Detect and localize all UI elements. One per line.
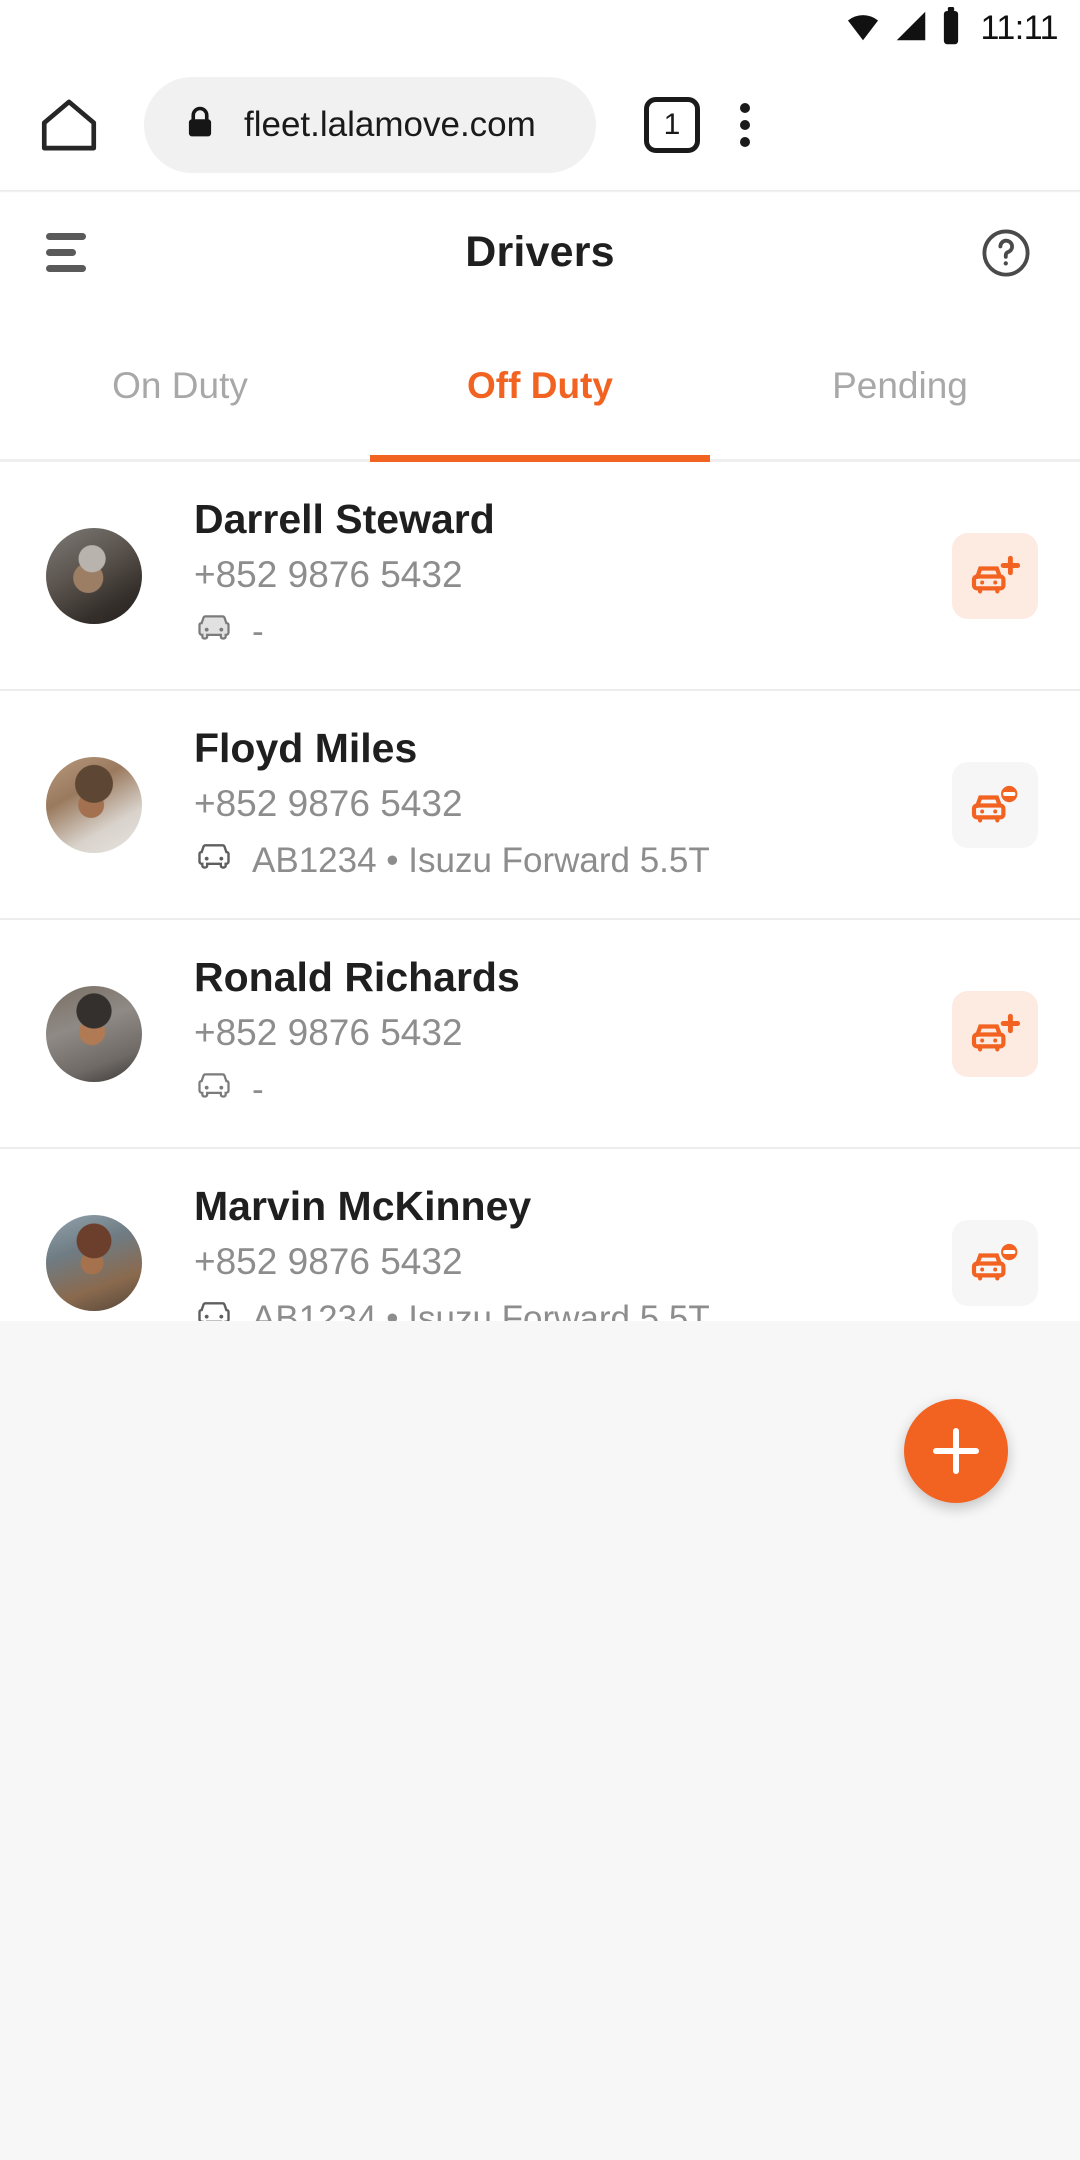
overflow-menu-icon[interactable] — [710, 86, 780, 164]
unassign-vehicle-button[interactable] — [952, 761, 1038, 848]
table-row[interactable]: Darrell Steward +852 9876 5432 - — [0, 462, 1080, 691]
page-title: Drivers — [465, 228, 615, 276]
tab-off-duty[interactable]: Off Duty — [360, 312, 720, 459]
battery-icon — [940, 6, 962, 50]
duty-tabs: On Duty Off Duty Pending — [0, 312, 1080, 462]
driver-info: Darrell Steward +852 9876 5432 - — [194, 493, 934, 658]
assign-vehicle-button[interactable] — [952, 532, 1038, 619]
driver-phone: +852 9876 5432 — [194, 1240, 463, 1282]
add-driver-button[interactable] — [904, 1399, 1008, 1503]
url-text: fleet.lalamove.com — [244, 104, 536, 144]
driver-name: Darrell Steward — [194, 496, 495, 543]
app-header: Drivers — [0, 193, 1080, 312]
home-icon[interactable] — [30, 86, 108, 164]
driver-info: Ronald Richards +852 9876 5432 - — [194, 951, 934, 1116]
lock-icon — [182, 104, 218, 145]
driver-vehicle-text: - — [252, 612, 264, 652]
status-bar-icons — [844, 6, 962, 50]
wifi-icon — [844, 7, 882, 50]
driver-vehicle: AB1234 • Isuzu Forward 5.5T — [194, 835, 934, 887]
tab-switcher-button[interactable]: 1 — [644, 96, 700, 153]
driver-vehicle-text: - — [252, 1070, 264, 1110]
tab-on-duty[interactable]: On Duty — [0, 312, 360, 459]
driver-vehicle: - — [194, 606, 934, 658]
table-row[interactable]: Floyd Miles +852 9876 5432 AB1234 • Isuz… — [0, 691, 1080, 920]
avatar — [46, 1214, 142, 1311]
status-bar-clock: 11:11 — [980, 9, 1058, 47]
driver-list: Darrell Steward +852 9876 5432 - Floyd M… — [0, 462, 1080, 1378]
url-bar[interactable]: fleet.lalamove.com — [144, 76, 596, 173]
status-bar: 11:11 — [0, 0, 1080, 56]
driver-name: Ronald Richards — [194, 954, 520, 1001]
hamburger-menu-icon[interactable] — [46, 225, 102, 281]
assign-vehicle-button[interactable] — [952, 990, 1038, 1077]
driver-phone: +852 9876 5432 — [194, 782, 463, 824]
driver-name: Floyd Miles — [194, 725, 418, 772]
avatar — [46, 527, 142, 624]
help-circle-icon[interactable] — [978, 225, 1034, 281]
tab-pending[interactable]: Pending — [720, 312, 1080, 459]
driver-phone: +852 9876 5432 — [194, 1011, 463, 1053]
car-icon — [194, 1064, 234, 1116]
driver-info: Floyd Miles +852 9876 5432 AB1234 • Isuz… — [194, 722, 934, 887]
driver-name: Marvin McKinney — [194, 1183, 532, 1230]
driver-vehicle: - — [194, 1064, 934, 1116]
cellular-signal-icon — [892, 7, 930, 50]
avatar — [46, 985, 142, 1082]
driver-phone: +852 9876 5432 — [194, 553, 463, 595]
car-icon — [194, 835, 234, 887]
avatar — [46, 756, 142, 853]
unassign-vehicle-button[interactable] — [952, 1219, 1038, 1306]
table-row[interactable]: Ronald Richards +852 9876 5432 - — [0, 920, 1080, 1149]
driver-vehicle-text: AB1234 • Isuzu Forward 5.5T — [252, 841, 710, 881]
car-icon — [194, 606, 234, 658]
browser-toolbar: fleet.lalamove.com 1 — [0, 56, 1080, 193]
